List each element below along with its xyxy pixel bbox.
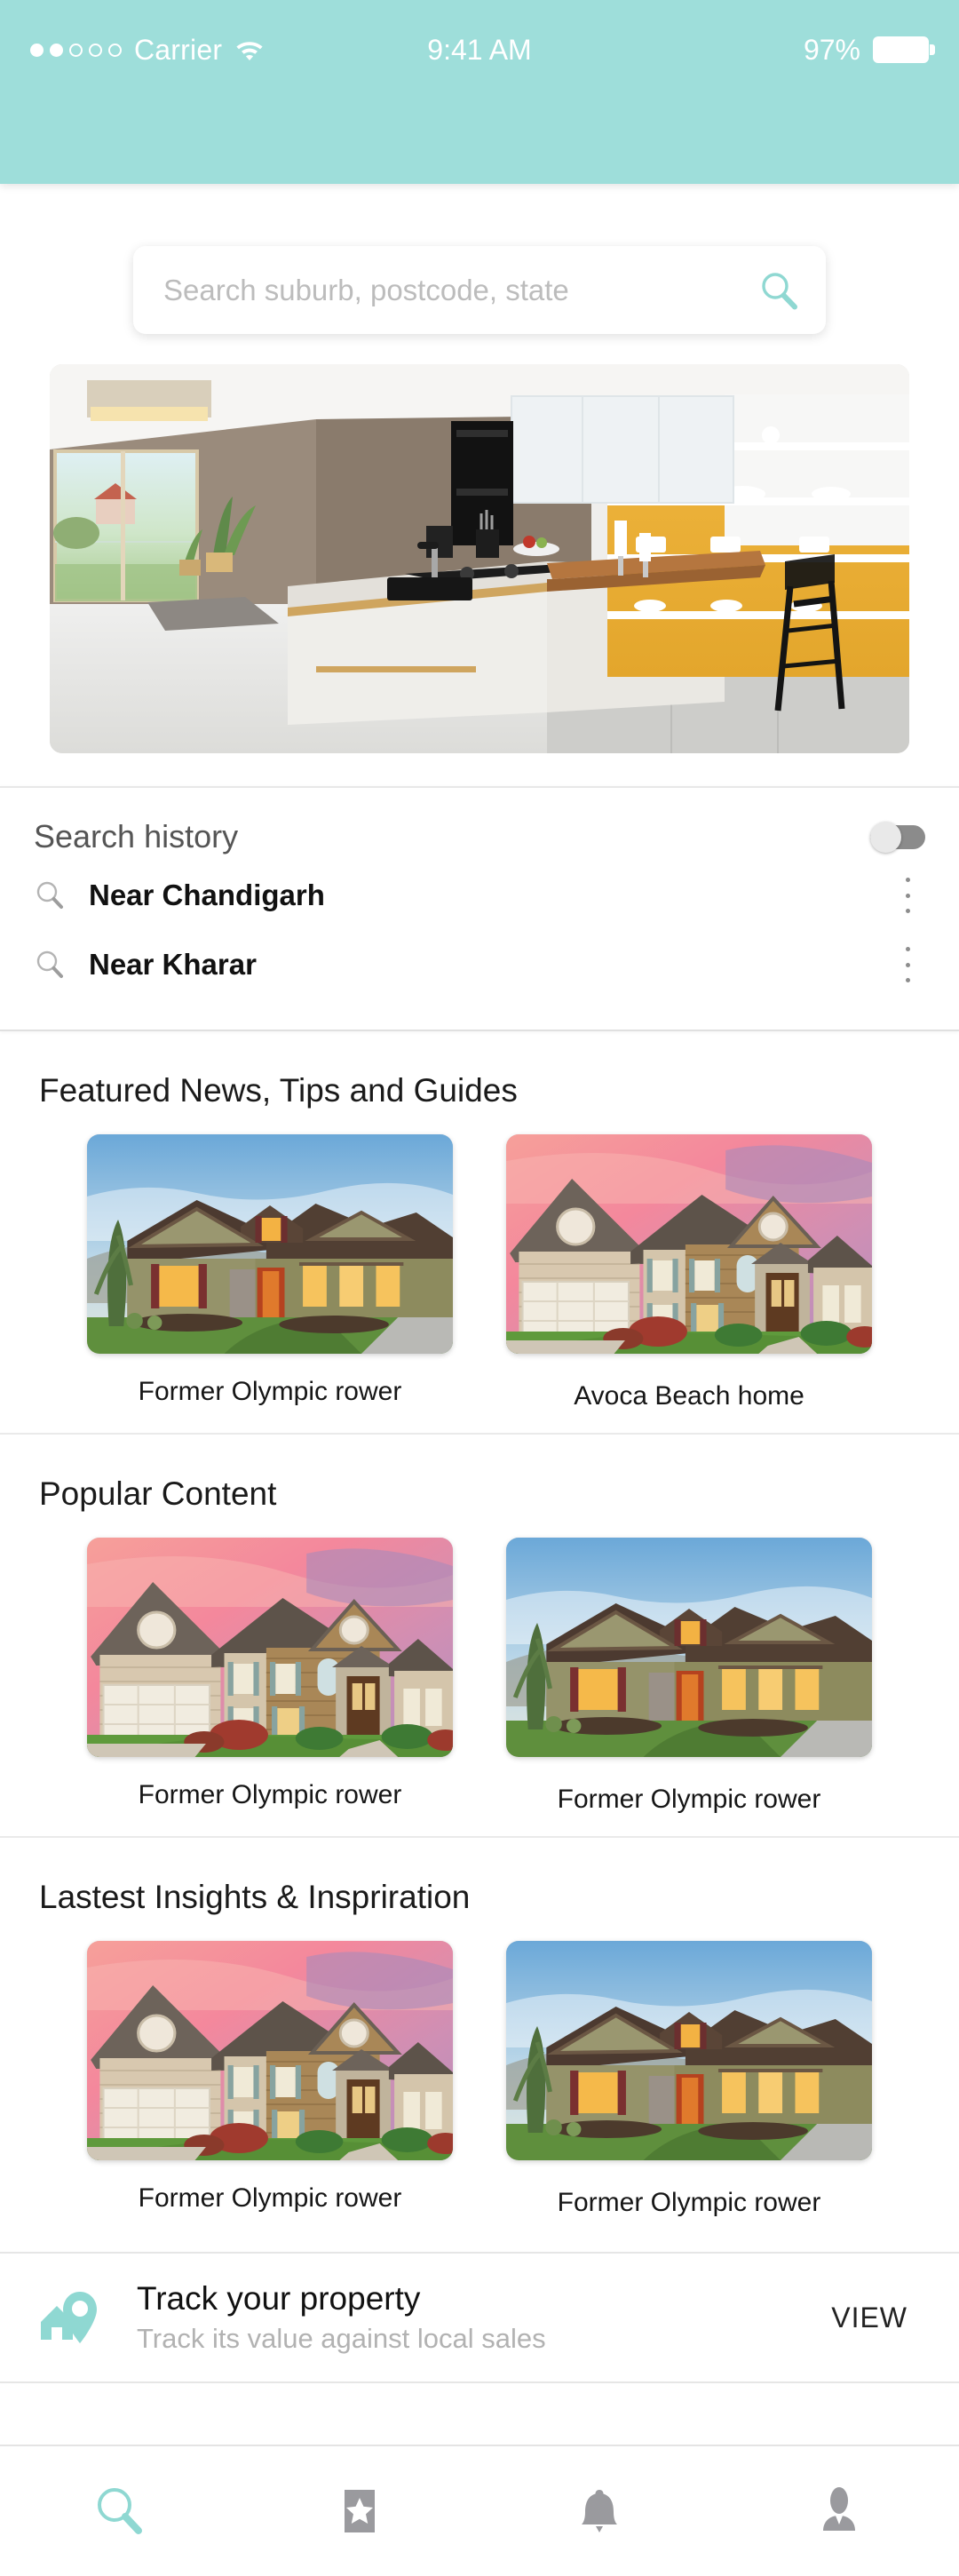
- hero-section: [0, 334, 959, 753]
- search-icon: [36, 881, 63, 909]
- section-popular-content: Popular Content Former Olympic rower For…: [0, 1435, 959, 1838]
- wifi-icon: [236, 42, 263, 60]
- status-bar-left: Carrier: [30, 34, 265, 67]
- search-history-card: Search history Near Chandigarh Near Khar…: [0, 786, 959, 1031]
- track-property-subtitle: Track its value against local sales: [137, 2323, 546, 2354]
- section-latest-insights: Lastest Insights & Inspriration Former O…: [0, 1838, 959, 2239]
- card-caption: Former Olympic rower: [138, 2183, 402, 2213]
- section-title: Featured News, Tips and Guides: [39, 1072, 518, 1109]
- nav-item-notifications[interactable]: [480, 2446, 719, 2576]
- search-history-item-label: Near Chandigarh: [89, 879, 325, 911]
- search-history-item[interactable]: Near Kharar: [34, 930, 925, 999]
- nav-item-profile[interactable]: [719, 2446, 959, 2576]
- battery-percent-label: 97%: [803, 33, 860, 66]
- track-property-title: Track your property: [137, 2280, 421, 2317]
- toggle-knob: [870, 821, 901, 853]
- view-button[interactable]: VIEW: [819, 2291, 920, 2345]
- search-history-item[interactable]: Near Chandigarh: [34, 861, 925, 930]
- track-property-banner[interactable]: Track your property Track its value agai…: [0, 2252, 959, 2383]
- card-image-two-story-house-sunset[interactable]: [87, 1941, 453, 2160]
- card-caption: Avoca Beach home: [574, 1381, 804, 1411]
- search-icon: [36, 950, 63, 978]
- battery-icon: [873, 36, 935, 63]
- status-bar: Carrier 9:41 AM 97%: [0, 0, 959, 184]
- search-history-title: Search history: [34, 818, 239, 855]
- search-history-toggle[interactable]: [870, 821, 925, 853]
- card-image-craftsman-house-dusk[interactable]: [506, 1538, 872, 1757]
- search-history-header: Search history: [34, 811, 925, 861]
- bookmark-star-icon[interactable]: [334, 2484, 385, 2539]
- content-card[interactable]: Avoca Beach home: [506, 1134, 872, 1411]
- content-card[interactable]: Former Olympic rower: [87, 1134, 453, 1411]
- signal-strength-icon: [30, 43, 122, 57]
- section-title: Popular Content: [39, 1475, 277, 1512]
- search-bar[interactable]: [133, 246, 826, 334]
- content-card[interactable]: Former Olympic rower: [506, 1538, 872, 1815]
- card-caption: Former Olympic rower: [138, 1377, 402, 1406]
- card-row: Former Olympic rower: [39, 1134, 920, 1411]
- card-image-craftsman-house-dusk[interactable]: [506, 1941, 872, 2160]
- kebab-menu-icon[interactable]: [890, 872, 925, 918]
- content-card[interactable]: Former Olympic rower: [87, 1941, 453, 2218]
- card-image-two-story-house-sunset[interactable]: [506, 1134, 872, 1354]
- content-card[interactable]: Former Olympic rower: [506, 1941, 872, 2218]
- card-image-craftsman-house-dusk[interactable]: [87, 1134, 453, 1354]
- search-input[interactable]: [163, 273, 758, 307]
- search-history-item-label: Near Kharar: [89, 948, 257, 981]
- card-caption: Former Olympic rower: [138, 1780, 402, 1809]
- carrier-label: Carrier: [134, 33, 223, 66]
- section-featured-news: Featured News, Tips and Guides Former Ol…: [0, 1031, 959, 1435]
- kebab-menu-icon[interactable]: [890, 942, 925, 988]
- content-card[interactable]: Former Olympic rower: [87, 1538, 453, 1815]
- search-icon[interactable]: [92, 2484, 147, 2539]
- track-property-texts: Track your property Track its value agai…: [137, 2280, 819, 2355]
- section-title: Lastest Insights & Inspriration: [39, 1879, 471, 1915]
- page-scroll-area[interactable]: Search history Near Chandigarh Near: [0, 184, 959, 2445]
- search-icon[interactable]: [758, 270, 799, 311]
- bell-icon[interactable]: [574, 2484, 625, 2539]
- person-icon[interactable]: [813, 2484, 865, 2539]
- nav-item-search[interactable]: [0, 2446, 240, 2576]
- status-bar-right: 97%: [803, 33, 935, 67]
- card-row: Former Olympic rower: [39, 1941, 920, 2218]
- nav-item-saved[interactable]: [240, 2446, 480, 2576]
- card-caption: Former Olympic rower: [557, 2188, 821, 2217]
- app-root: Carrier 9:41 AM 97% Search suburb, postc…: [0, 0, 959, 2576]
- bottom-navigation-bar: [0, 2445, 959, 2576]
- card-row: Former Olympic rower: [39, 1538, 920, 1815]
- card-image-two-story-house-sunset[interactable]: [87, 1538, 453, 1757]
- card-caption: Former Olympic rower: [557, 1785, 821, 1814]
- hero-image-kitchen[interactable]: [50, 364, 909, 753]
- search-section: [0, 184, 959, 334]
- house-pin-icon: [41, 2292, 97, 2343]
